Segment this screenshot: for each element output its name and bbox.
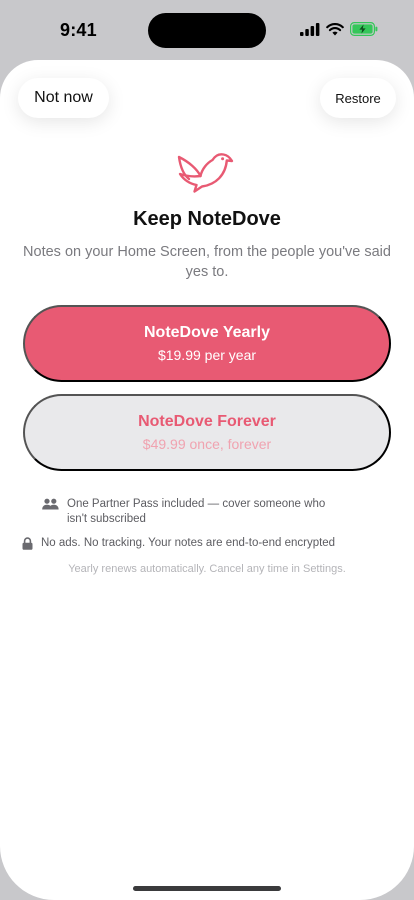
renewal-footnote: Yearly renews automatically. Cancel any … bbox=[68, 563, 346, 575]
plan-name: NoteDove Forever bbox=[138, 413, 276, 430]
plan-price: $49.99 once, forever bbox=[142, 436, 272, 452]
plan-forever-button[interactable]: NoteDove Forever $49.99 once, forever bbox=[23, 394, 391, 471]
status-icons bbox=[300, 22, 378, 36]
page-subtitle: Notes on your Home Screen, from the peop… bbox=[23, 244, 391, 280]
plan-name: NoteDove Yearly bbox=[144, 324, 270, 341]
wifi-icon bbox=[326, 22, 344, 35]
feature-partner-pass: One Partner Pass included — cover someon… bbox=[42, 497, 382, 527]
status-bar: 9:41 bbox=[0, 0, 414, 60]
feature-text: No ads. No tracking. Your notes are end-… bbox=[41, 537, 336, 549]
restore-button[interactable]: Restore bbox=[320, 78, 396, 118]
plan-price: $19.99 per year bbox=[157, 347, 257, 363]
people-icon bbox=[42, 498, 59, 510]
battery-charging-icon bbox=[350, 22, 378, 36]
dynamic-island bbox=[148, 13, 266, 48]
paywall-sheet: Not now Restore Keep NoteDove Notes on y… bbox=[0, 60, 414, 900]
plan-yearly-button[interactable]: NoteDove Yearly $19.99 per year bbox=[23, 305, 391, 382]
feature-text: One Partner Pass included — cover someon… bbox=[67, 498, 326, 525]
lock-icon bbox=[22, 537, 33, 550]
dove-icon bbox=[177, 153, 234, 193]
home-indicator[interactable] bbox=[133, 886, 281, 891]
cellular-signal-icon bbox=[300, 22, 320, 36]
not-now-button[interactable]: Not now bbox=[18, 78, 109, 118]
page-title: Keep NoteDove bbox=[133, 208, 281, 230]
feature-privacy: No ads. No tracking. Your notes are end-… bbox=[22, 536, 362, 551]
status-time: 9:41 bbox=[60, 20, 97, 40]
